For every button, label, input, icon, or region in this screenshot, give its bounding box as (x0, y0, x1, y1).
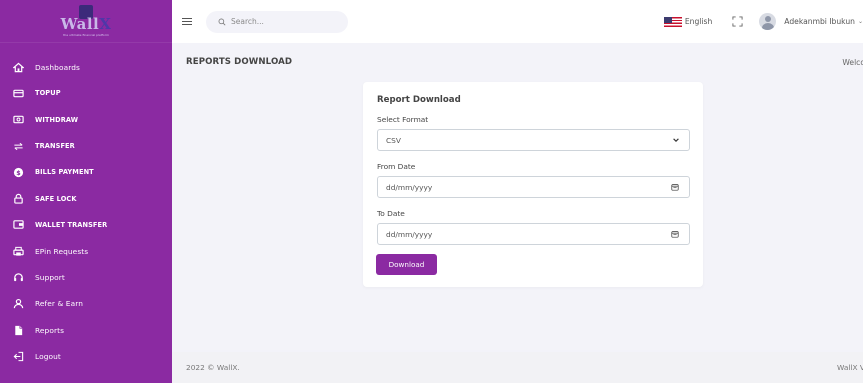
sidebar-item-label: WALLET TRANSFER (35, 220, 108, 229)
sidebar-item-label: Reports (35, 325, 65, 335)
format-select[interactable]: CSV (377, 129, 690, 151)
dollar-circle-icon: $ (13, 167, 24, 178)
sidebar-item-dashboards[interactable]: Dashboards (0, 54, 172, 80)
language-selector[interactable]: English (663, 16, 713, 27)
calendar-icon[interactable] (671, 230, 679, 238)
sidebar-item-epin-requests[interactable]: EPin Requests (0, 238, 172, 264)
format-value: CSV (386, 135, 401, 145)
sidebar-item-topup[interactable]: TOPUP (0, 80, 172, 106)
sidebar-item-transfer[interactable]: TRANSFER (0, 133, 172, 159)
sidebar-item-withdraw[interactable]: WITHDRAW (0, 107, 172, 133)
cash-icon (13, 114, 24, 125)
logout-icon (13, 351, 24, 362)
sidebar-item-label: Dashboards (35, 62, 80, 72)
report-download-card: Report Download Select Format CSV From D… (363, 82, 703, 287)
user-icon (13, 298, 24, 309)
user-name[interactable]: Adekanmbi Ibukun (784, 17, 855, 26)
search-icon (218, 18, 226, 25)
wallx-logo[interactable]: WallX the ultimate financial platform (47, 5, 125, 37)
download-button[interactable]: Download (376, 254, 437, 275)
sidebar-item-support[interactable]: Support (0, 264, 172, 290)
search-input[interactable] (231, 17, 331, 26)
sidebar-item-wallet-transfer[interactable]: WALLET TRANSFER (0, 212, 172, 238)
headset-icon (13, 272, 24, 283)
sidebar-item-reports[interactable]: Reports (0, 317, 172, 343)
from-date-value: dd/mm/yyyy (386, 182, 433, 192)
logo-text: WallX (60, 15, 112, 33)
format-label: Select Format (377, 115, 429, 124)
to-date-input[interactable]: dd/mm/yyyy (377, 223, 690, 245)
page-title-bar: REPORTS DOWNLOAD Welco (172, 43, 863, 81)
sidebar-item-label: BILLS PAYMENT (35, 168, 94, 177)
page-title: REPORTS DOWNLOAD (186, 57, 293, 67)
printer-icon (13, 246, 24, 257)
sidebar-item-label: EPin Requests (35, 246, 89, 256)
sidebar-item-label: Support (35, 273, 65, 283)
topbar-right: English Adekanmbi Ibukun ⌄ (663, 0, 863, 43)
sidebar-item-logout[interactable]: Logout (0, 343, 172, 369)
arrows-icon (13, 141, 24, 152)
sidebar-item-label: TOPUP (35, 89, 61, 98)
sidebar-item-refer-earn[interactable]: Refer & Earn (0, 291, 172, 317)
svg-text:$: $ (16, 169, 21, 177)
sidebar-item-label: WITHDRAW (35, 115, 79, 124)
to-date-value: dd/mm/yyyy (386, 229, 433, 239)
sidebar-item-safe-lock[interactable]: SAFE LOCK (0, 185, 172, 211)
wallet-icon (13, 219, 24, 230)
logo-tagline: the ultimate financial platform (63, 33, 109, 37)
to-date-label: To Date (377, 209, 405, 218)
from-date-input[interactable]: dd/mm/yyyy (377, 176, 690, 198)
us-flag-icon (663, 16, 682, 27)
sidebar-item-label: SAFE LOCK (35, 194, 77, 203)
home-icon (13, 62, 24, 73)
fullscreen-icon[interactable] (732, 16, 743, 27)
calendar-icon[interactable] (671, 183, 679, 191)
sidebar-item-label: Logout (35, 351, 61, 361)
card-title: Report Download (377, 95, 461, 105)
sidebar-item-bills-payment[interactable]: $ BILLS PAYMENT (0, 159, 172, 185)
menu-toggle-icon[interactable] (182, 17, 192, 27)
welcome-text: Welco (842, 57, 863, 67)
chevron-down-icon[interactable]: ⌄ (858, 18, 863, 25)
footer-copyright: 2022 © WallX. (186, 363, 240, 372)
sidebar-nav: Dashboards TOPUP WITHDRAW TRANSFER $ BIL… (0, 43, 172, 370)
from-date-label: From Date (377, 162, 416, 171)
sidebar: WallX the ultimate financial platform Da… (0, 0, 172, 383)
footer: 2022 © WallX. WallX V (172, 352, 863, 383)
sidebar-item-label: TRANSFER (35, 142, 75, 151)
chevron-down-icon (673, 138, 679, 142)
logo-area: WallX the ultimate financial platform (0, 0, 172, 43)
search-box (206, 10, 348, 33)
card-icon (13, 88, 24, 99)
footer-version: WallX V (837, 363, 863, 372)
avatar[interactable] (759, 13, 777, 30)
sidebar-item-label: Refer & Earn (35, 299, 83, 309)
topbar: English Adekanmbi Ibukun ⌄ (172, 0, 863, 43)
language-label: English (684, 17, 713, 26)
lock-icon (13, 193, 24, 204)
document-icon (13, 325, 24, 336)
